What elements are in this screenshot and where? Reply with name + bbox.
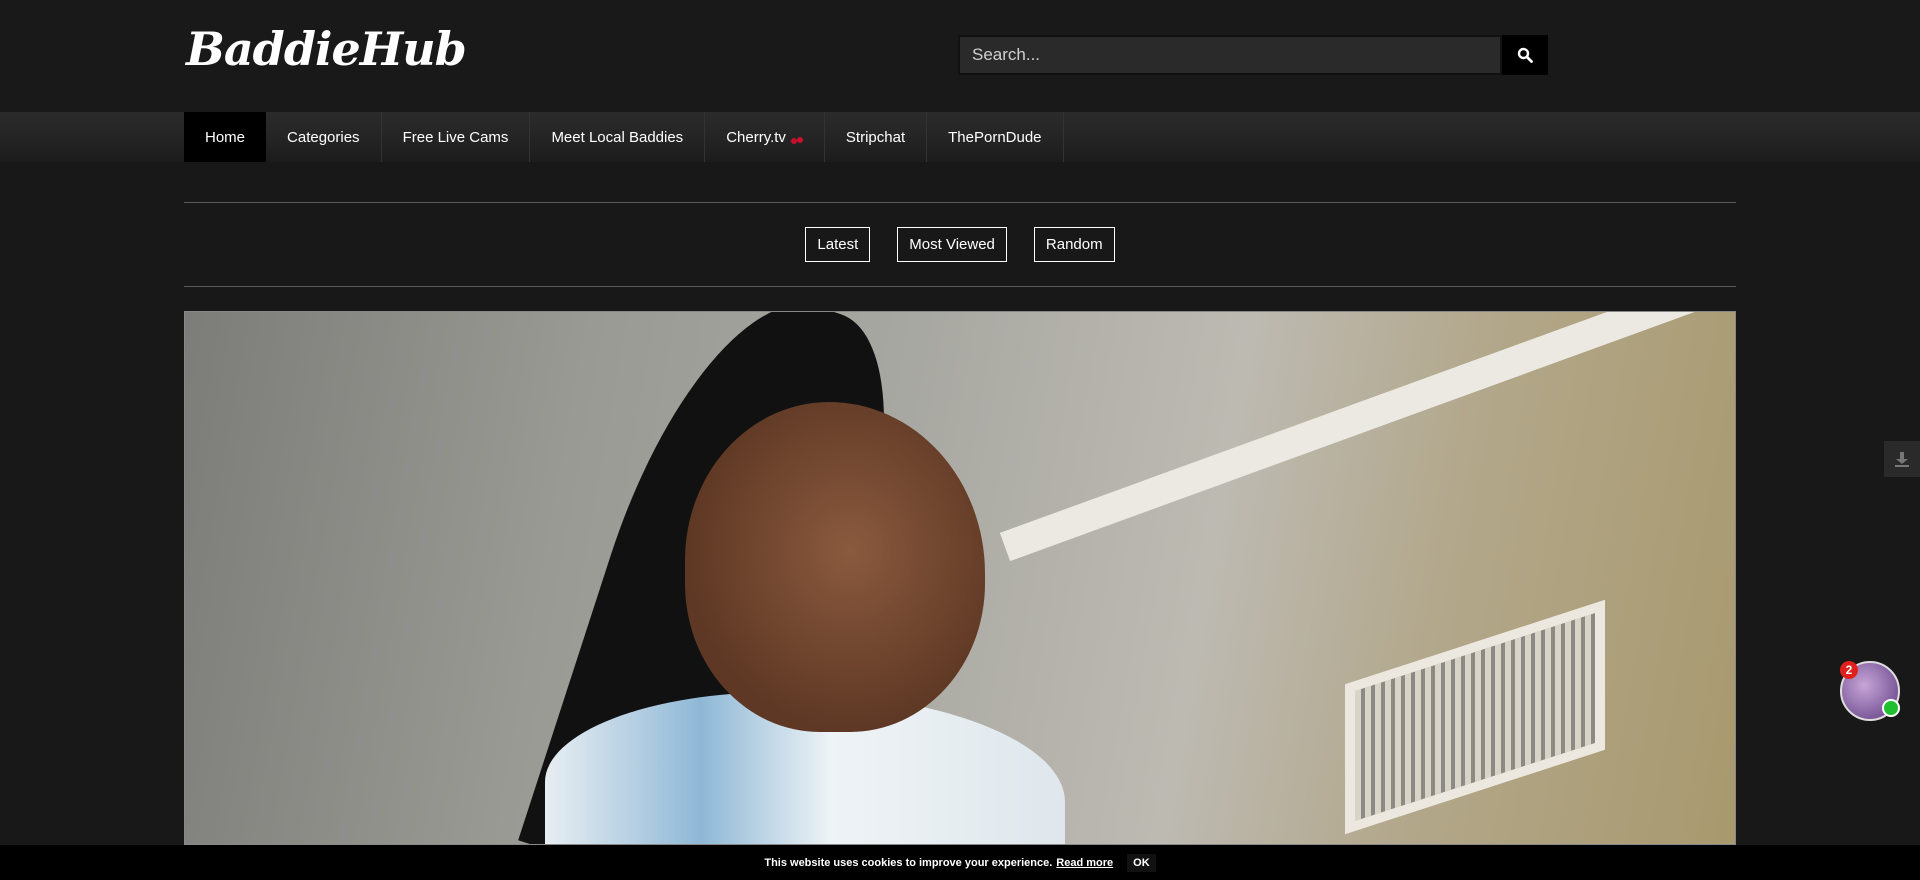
nav-item-free-live-cams[interactable]: Free Live Cams: [382, 112, 531, 162]
featured-photo[interactable]: [184, 311, 1736, 845]
photo-detail: [1345, 599, 1605, 835]
nav-item-theporndude[interactable]: ThePornDude: [927, 112, 1064, 162]
download-side-button[interactable]: [1884, 441, 1920, 477]
divider: [184, 286, 1736, 287]
search-button[interactable]: [1502, 35, 1548, 75]
online-indicator: [1882, 699, 1900, 717]
filter-random-button[interactable]: Random: [1033, 227, 1115, 262]
site-logo[interactable]: BaddieHub: [186, 22, 467, 76]
cherry-icon: [790, 130, 803, 144]
main-nav: Home Categories Free Live Cams Meet Loca…: [0, 112, 1920, 162]
search-icon: [1517, 47, 1533, 63]
download-icon: [1895, 452, 1909, 467]
filter-bar: Latest Most Viewed Random: [0, 227, 1920, 262]
cookie-bar: This website uses cookies to improve you…: [0, 845, 1920, 880]
chat-avatar[interactable]: 2: [1840, 661, 1900, 721]
nav-item-cherry-tv[interactable]: Cherry.tv: [705, 112, 825, 162]
photo-detail: [685, 402, 985, 732]
filter-latest-button[interactable]: Latest: [805, 227, 871, 262]
nav-item-meet-local-baddies[interactable]: Meet Local Baddies: [530, 112, 706, 162]
notification-badge: 2: [1840, 661, 1858, 679]
site-header: BaddieHub: [0, 0, 1920, 112]
nav-item-label: Cherry.tv: [726, 128, 786, 146]
cookie-ok-button[interactable]: OK: [1127, 853, 1156, 872]
nav-item-categories[interactable]: Categories: [266, 112, 382, 162]
nav-item-home[interactable]: Home: [184, 112, 267, 162]
cookie-read-more-link[interactable]: Read more: [1056, 857, 1113, 869]
nav-item-stripchat[interactable]: Stripchat: [825, 112, 928, 162]
cookie-message: This website uses cookies to improve you…: [764, 856, 1053, 869]
filter-most-viewed-button[interactable]: Most Viewed: [897, 227, 1007, 262]
search-input[interactable]: [958, 35, 1502, 75]
divider: [184, 202, 1736, 203]
photo-detail: [999, 312, 1735, 562]
search-form: [958, 35, 1548, 75]
